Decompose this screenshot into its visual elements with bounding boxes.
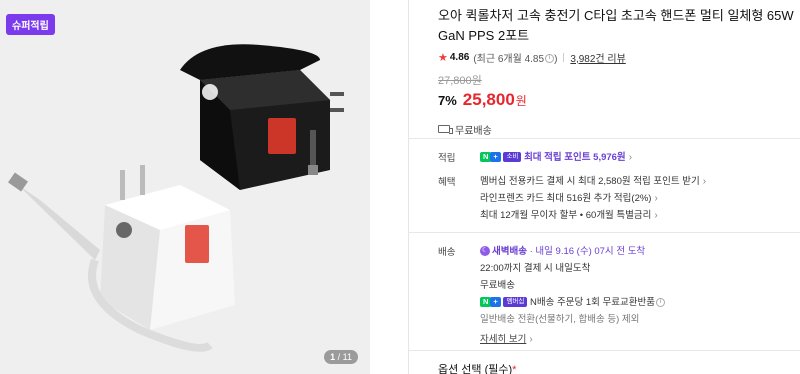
plus-badge: + <box>490 152 501 163</box>
delivery-fee: 무료배송 <box>480 280 515 291</box>
truck-icon <box>438 125 453 134</box>
image-counter-current: 1 <box>330 352 336 362</box>
chevron-right-icon: › <box>654 193 658 204</box>
exchange-line: N + 멤버십 N배송 주문당 1회 무료교환반품 i <box>480 295 800 312</box>
shipping-summary-text: 무료배송 <box>455 125 492 137</box>
section-divider <box>408 350 800 351</box>
points-content[interactable]: N + 소비 최대 적립 포인트 5,976원 › <box>480 150 800 167</box>
white-charger <box>8 165 235 352</box>
original-price: 27,800원 <box>438 75 482 87</box>
review-count-link[interactable]: 3,982건 리뷰 <box>570 50 625 65</box>
discount-rate: 7% <box>438 93 457 108</box>
benefits-content: 멤버십 전용카드 결제 시 최대 2,580원 적립 포인트 받기 › 라인프렌즈… <box>480 174 800 225</box>
points-label: 적립 <box>438 153 456 164</box>
info-icon[interactable]: i <box>545 54 555 64</box>
section-divider <box>408 138 800 139</box>
details-line: 자세히 보기 › <box>480 332 800 349</box>
super-points-badge: 슈퍼적립 <box>6 14 55 35</box>
product-title: 오아 퀵롤차저 고속 충전기 C타입 초고속 핸드폰 멀티 일체형 65W Ga… <box>438 8 794 43</box>
chevron-right-icon: › <box>654 210 658 221</box>
image-counter-total: / 11 <box>337 352 352 362</box>
separator <box>563 52 565 62</box>
sale-price: 25,800 <box>462 90 515 109</box>
arrival-text: · 내일 9.16 (수) 07시 전 도착 <box>529 246 646 257</box>
option-label: 옵션 선택 (필수) <box>438 364 513 374</box>
rating-detail: (최근 6개월 4.85 i) <box>473 53 558 65</box>
product-image-gallery[interactable]: 슈퍼적립 1 / 11 <box>0 0 370 374</box>
benefit-item[interactable]: 라인프렌즈 카드 최대 516원 추가 적립(2%) › <box>480 191 800 208</box>
section-divider <box>408 232 800 233</box>
rating-score: 4.86 <box>449 51 470 63</box>
info-icon[interactable]: i <box>656 297 665 307</box>
image-counter: 1 / 11 <box>324 350 358 364</box>
delivery-content: ☾ 새벽배송 · 내일 9.16 (수) 07시 전 도착 22:00까지 결제 … <box>480 244 800 349</box>
cutoff-text: 22:00까지 결제 시 내일도착 <box>480 263 591 274</box>
product-image <box>8 44 344 352</box>
dawn-delivery-line: ☾ 새벽배송 · 내일 9.16 (수) 07시 전 도착 <box>480 244 800 261</box>
plus-badge: + <box>490 297 501 308</box>
chevron-right-icon: › <box>529 334 533 345</box>
dawn-delivery-type: 새벽배송 <box>492 246 527 257</box>
shipping-summary: 무료배송 <box>438 122 800 137</box>
chevron-right-icon: › <box>702 176 707 187</box>
star-icon: ★ <box>438 51 448 64</box>
required-mark: * <box>512 364 517 374</box>
membership-badge: 멤버십 <box>503 297 528 308</box>
delivery-label: 배송 <box>438 247 456 258</box>
panel-divider <box>408 0 409 374</box>
chevron-right-icon: › <box>628 152 633 163</box>
benefit-item[interactable]: 멤버십 전용카드 결제 시 최대 2,580원 적립 포인트 받기 › <box>480 174 800 191</box>
product-info-panel: 오아 퀵롤차저 고속 충전기 C타입 초고속 핸드폰 멀티 일체형 65W Ga… <box>438 0 800 137</box>
exchange-text: N배송 주문당 1회 무료교환반품 <box>530 297 655 308</box>
price-unit: 원 <box>515 94 527 108</box>
option-select-header[interactable]: 옵션 선택 (필수)* <box>438 361 516 374</box>
max-points-text: 최대 적립 포인트 5,976원 <box>524 152 626 163</box>
price-row: 7% 25,800 원 <box>438 90 800 110</box>
black-charger <box>180 44 344 190</box>
moon-icon: ☾ <box>480 246 490 257</box>
membership-badge: 소비 <box>503 152 522 163</box>
exception-text: 일반배송 전환(선물하기, 합배송 등) 제외 <box>480 314 640 325</box>
details-link[interactable]: 자세히 보기 <box>480 334 526 345</box>
benefit-item[interactable]: 최대 12개월 무이자 할부 • 60개월 특별금리 › <box>480 208 800 225</box>
benefits-label: 혜택 <box>438 177 456 188</box>
rating-row: ★ 4.86 (최근 6개월 4.85 i) 3,982건 리뷰 <box>438 50 800 65</box>
